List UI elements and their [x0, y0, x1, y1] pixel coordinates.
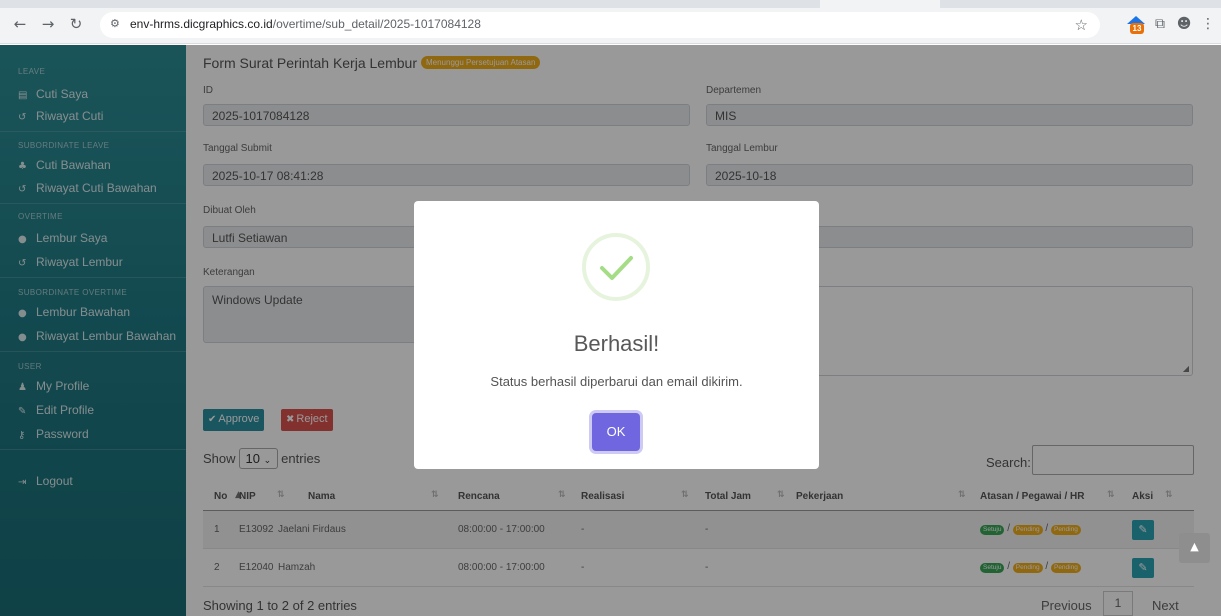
success-dialog: Berhasil! Status berhasil diperbarui dan… [414, 201, 819, 469]
site-info-icon[interactable]: ⚙ [110, 17, 124, 31]
forward-icon[interactable]: → [40, 16, 56, 32]
url-host: env-hrms.dicgraphics.co.id [130, 17, 273, 31]
reload-icon[interactable]: ↻ [68, 16, 84, 32]
bookmark-star-icon[interactable]: ☆ [1075, 16, 1088, 34]
address-bar[interactable]: ⚙ env-hrms.dicgraphics.co.id/overtime/su… [100, 12, 1100, 38]
dialog-message: Status berhasil diperbarui dan email dik… [490, 374, 743, 389]
extension-badge-count: 13 [1130, 23, 1144, 34]
active-tab[interactable] [820, 0, 940, 8]
browser-menu-icon[interactable]: ⋮ [1198, 14, 1218, 34]
extensions-puzzle-icon[interactable]: ⧉ [1150, 14, 1170, 34]
dialog-title: Berhasil! [573, 331, 660, 356]
url-path: /overtime/sub_detail/2025-1017084128 [272, 17, 481, 31]
ok-button[interactable]: OK [592, 413, 640, 451]
browser-toolbar: ← → ↻ ⚙ env-hrms.dicgraphics.co.id/overt… [0, 0, 1221, 44]
back-icon[interactable]: ← [12, 16, 28, 32]
url-text: env-hrms.dicgraphics.co.id/overtime/sub_… [130, 17, 481, 31]
success-check-icon [582, 233, 650, 301]
tab-strip [0, 0, 1221, 8]
extension-icon[interactable]: 13 [1126, 14, 1146, 34]
scroll-top-button[interactable]: ▲ [1179, 533, 1210, 563]
profile-avatar-icon[interactable]: ☻ [1174, 14, 1194, 34]
